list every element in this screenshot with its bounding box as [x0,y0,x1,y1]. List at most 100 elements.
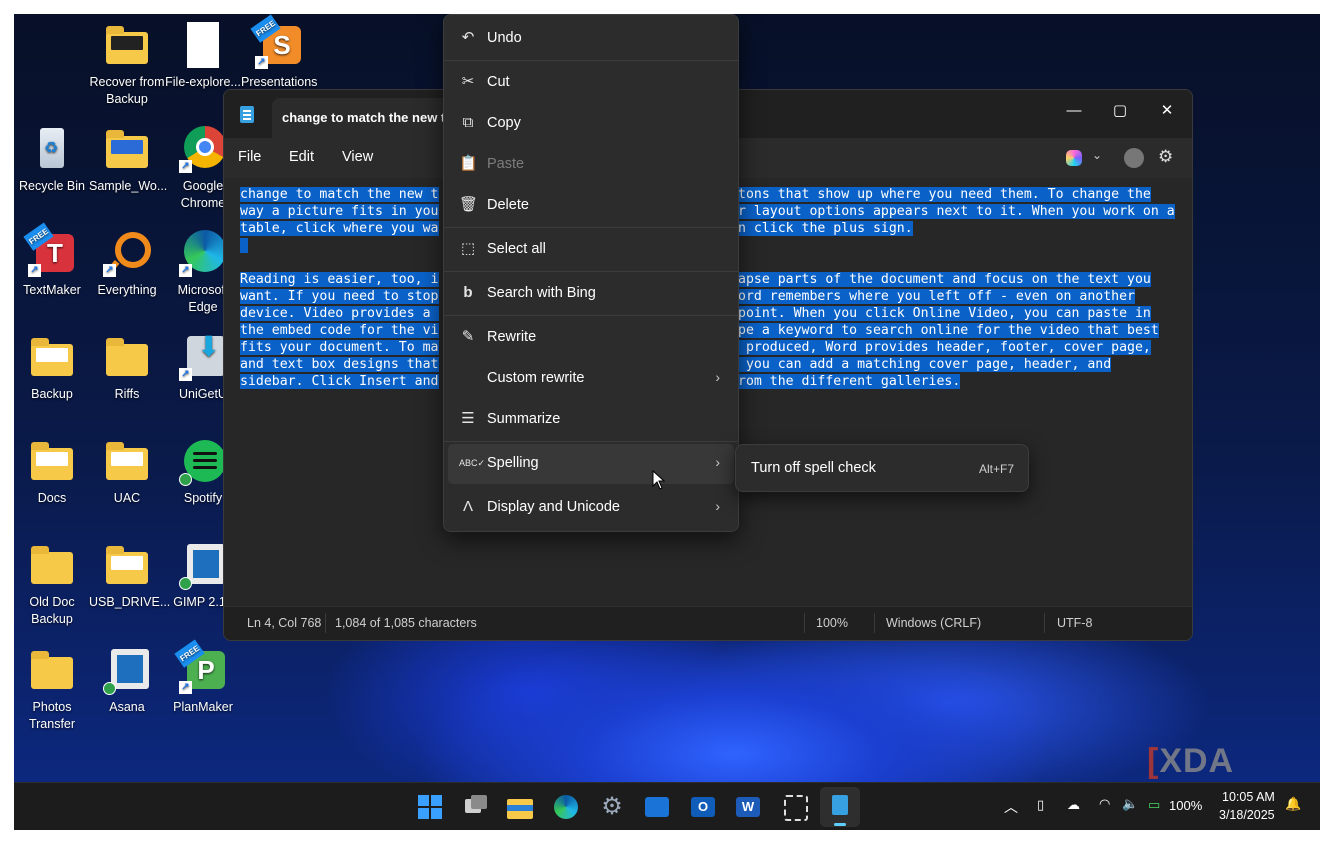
desktop-icon-sample-wo[interactable]: Sample_Wo... [89,126,168,195]
clock-date[interactable]: 3/18/2025 [1219,808,1275,822]
status-encoding[interactable]: UTF-8 [1057,616,1092,630]
undo-icon: ↶ [461,29,475,46]
menu-item-rewrite[interactable]: ✎ Rewrite [448,318,734,358]
editor-line-left: the embed code for the vi [240,323,439,338]
desktop-icon-docs[interactable]: Docs [14,438,90,507]
copilot-icon[interactable] [1066,150,1082,166]
chevron-down-icon[interactable]: ⌄ [1092,148,1102,162]
menu-item-summarize[interactable]: ☰ Summarize [448,400,734,440]
chevron-right-icon: › [715,498,720,514]
wifi-icon[interactable]: ◠ [1099,796,1110,812]
desktop-icon-recycle-bin[interactable]: ♻ Recycle Bin [14,126,90,195]
divider [325,613,326,633]
watermark-text: XDA [1159,742,1235,780]
divider [444,60,738,61]
menu-item-select-all[interactable]: ⬚ Select all [448,230,734,270]
tab-document[interactable]: change to match the new the [272,98,472,138]
usb-icon[interactable]: ▯ [1037,797,1044,813]
edge-taskbar-icon[interactable] [550,791,582,823]
avatar[interactable] [1124,148,1144,168]
battery-icon[interactable]: ▭ [1148,797,1160,813]
unigetui-icon: ⬇ ↗ [179,333,227,382]
desktop-icon-planmaker[interactable]: P FREE ↗ PlanMaker [165,639,241,716]
planmaker-app-icon: P FREE ↗ [174,639,227,695]
menu-item-paste[interactable]: 📋 Paste [448,145,734,185]
menu-item-search-with-bing[interactable]: b Search with Bing [448,274,734,314]
desktop-icon-presentations[interactable]: S FREE ↗ Presentations [241,14,317,91]
editor-line-right: rom the different galleries. [738,374,961,389]
notification-bell-icon[interactable]: 🔔 [1285,796,1301,812]
volume-icon[interactable]: 🔈 [1122,796,1138,812]
menu-item-cut[interactable]: ✂ Cut [448,63,734,103]
desktop: Recover from Backup File-explore... S FRE… [14,14,1320,830]
notepad-app-icon [240,106,254,123]
notepad-taskbar-icon[interactable] [820,787,860,827]
desktop-icon-riffs[interactable]: Riffs [89,334,165,403]
clock-time[interactable]: 10:05 AM [1222,790,1275,804]
desktop-icon-usb-drive[interactable]: USB_DRIVE... [89,542,170,611]
desktop-icon-uac[interactable]: UAC [89,438,165,507]
trash-icon: 🗑 [459,196,479,213]
desktop-icon-asana[interactable]: Asana [89,647,165,716]
desktop-icon-everything[interactable]: ↗ Everything [89,230,165,299]
minimize-button[interactable]: — [1051,96,1097,126]
status-position: Ln 4, Col 768 [247,616,322,630]
editor-line-right: ord remembers where you left off - even … [738,289,1135,304]
outlook-icon[interactable]: O [687,791,719,823]
status-line-ending[interactable]: Windows (CRLF) [886,616,981,630]
copy-icon: ⧉ [462,114,474,131]
start-button[interactable] [414,791,446,823]
editor-line-right: n click the plus sign. [738,221,913,236]
spotify-icon [179,438,227,486]
divider [444,227,738,228]
gear-icon[interactable]: ⚙ [1158,147,1173,167]
menu-edit[interactable]: Edit [289,149,314,165]
file-explorer-icon[interactable] [504,791,536,823]
task-view-icon[interactable] [459,791,491,823]
menu-item-spelling[interactable]: ABC✓ Spelling › [448,444,734,484]
menu-item-display-and-unicode[interactable]: Λ Display and Unicode › [448,488,734,528]
word-icon[interactable]: W [732,791,764,823]
everything-search-icon: ↗ [103,230,151,278]
recycle-bin-icon: ♻ [28,126,76,174]
desktop-icon-label: Sample_Wo... [89,179,168,193]
outlook-new-icon[interactable] [641,791,673,823]
desktop-icon-label: Everything [97,283,157,297]
maximize-button[interactable]: ▢ [1097,96,1143,126]
folder-icon [103,438,151,486]
folder-icon [103,334,151,382]
menu-item-custom-rewrite[interactable]: Custom rewrite › [448,359,734,399]
edge-icon: ↗ [179,230,227,278]
desktop-icon-label: Photos Transfer [28,700,76,731]
close-button[interactable]: ✕ [1144,96,1190,126]
onedrive-icon[interactable]: ☁ [1067,797,1080,813]
desktop-icon-file-explorer[interactable]: File-explore... [165,22,241,91]
presentations-app-icon: S FREE ↗ [250,14,303,70]
summarize-icon: ☰ [461,410,475,427]
desktop-icon-textmaker[interactable]: T FREE ↗ TextMaker [14,222,90,299]
divider [444,271,738,272]
menu-file[interactable]: File [238,149,261,165]
desktop-icon-label: Asana [109,700,145,714]
desktop-icon-old-doc-backup[interactable]: Old Doc Backup [14,542,90,628]
menu-item-undo[interactable]: ↶ Undo [448,19,734,59]
chevron-up-icon[interactable]: ︿ [1004,797,1018,817]
settings-icon[interactable]: ⚙ [596,791,628,823]
desktop-icon-recover-from-backup[interactable]: Recover from Backup [89,22,165,108]
desktop-icon-label: TextMaker [23,283,81,297]
editor-line-left: Reading is easier, too, i [240,272,439,287]
desktop-icon-photos-transfer[interactable]: Photos Transfer [14,647,90,733]
menu-item-turn-off-spell-check[interactable]: Turn off spell check [751,460,876,476]
editor-line-left: table, click where you wa [240,221,439,236]
menu-view[interactable]: View [342,149,373,165]
battery-percent: 100% [1169,798,1203,813]
snipping-tool-icon[interactable] [778,791,810,823]
status-zoom[interactable]: 100% [816,616,848,630]
editor-line-left: change to match the new t [240,187,439,202]
menu-item-delete[interactable]: 🗑 Delete [448,186,734,226]
unicode-icon: Λ [462,498,474,515]
menu-item-copy[interactable]: ⧉ Copy [448,104,734,144]
editor-line-left: fits your document. To ma [240,340,439,355]
desktop-icon-backup[interactable]: Backup [14,334,90,403]
divider [444,441,738,442]
